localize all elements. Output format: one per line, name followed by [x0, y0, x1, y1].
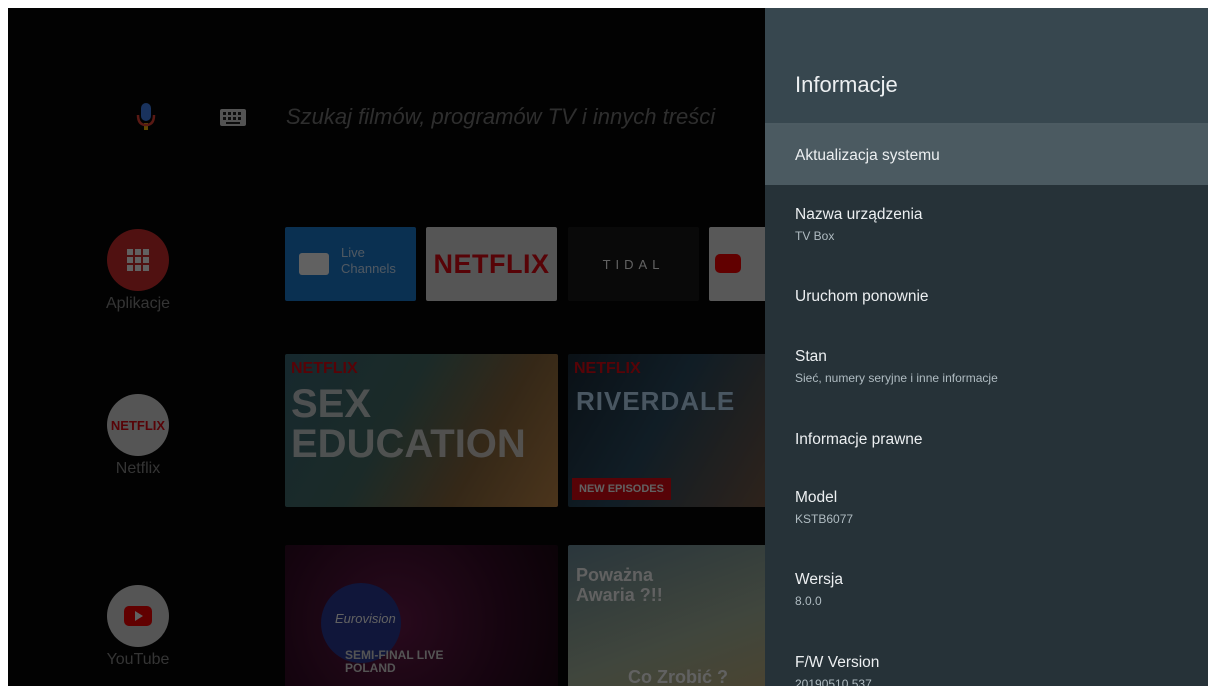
card-subtitle-line-2: POLAND: [345, 661, 396, 675]
menu-item-label: Nazwa urządzenia: [795, 206, 923, 223]
card-title-line-2: EDUCATION: [291, 422, 526, 466]
menu-item-value: Sieć, numery seryjne i inne informacje: [795, 371, 998, 385]
menu-item-label: Uruchom ponownie: [795, 288, 929, 305]
netflix-logo: NETFLIX: [107, 394, 169, 456]
apps-label: Aplikacje: [105, 295, 171, 312]
netflix-label: Netflix: [115, 460, 161, 477]
panel-title: Informacje: [795, 72, 898, 97]
tv-icon: [299, 253, 329, 275]
new-episodes-badge: NEW EPISODES: [572, 478, 671, 500]
sex-education-card[interactable]: NETFLIX SEX EDUCATION: [285, 354, 558, 507]
card-title: SEX EDUCATION: [291, 384, 526, 464]
menu-item-label: Aktualizacja systemu: [795, 147, 940, 164]
card-subtitle: Co Zrobić ?: [628, 667, 728, 686]
live-channels-label: Live Channels: [341, 245, 396, 276]
netflix-logo-text: NETFLIX: [110, 417, 166, 433]
tidal-tile-label: TIDAL: [602, 256, 665, 272]
menu-item-label: Stan: [795, 348, 827, 365]
netflix-app[interactable]: NETFLIX Netflix: [93, 394, 183, 478]
menu-item-restart[interactable]: Uruchom ponownie: [765, 288, 1208, 306]
card-subtitle: SEMI-FINAL LIVE POLAND: [345, 649, 443, 675]
youtube-label: YouTube: [106, 651, 170, 668]
tidal-tile[interactable]: TIDAL: [568, 227, 699, 301]
apps-launcher[interactable]: Aplikacje: [93, 229, 183, 313]
menu-item-version[interactable]: Wersja 8.0.0: [765, 571, 1208, 608]
menu-item-value: TV Box: [795, 229, 835, 243]
menu-item-device-name[interactable]: Nazwa urządzenia TV Box: [765, 206, 1208, 243]
menu-item-label: Informacje prawne: [795, 431, 923, 448]
card-title: Poważna Awaria ?!!: [576, 565, 663, 605]
menu-item-value: 8.0.0: [795, 594, 822, 608]
netflix-tile-label: NETFLIX: [433, 248, 550, 279]
search-placeholder[interactable]: Szukaj filmów, programów TV i innych tre…: [286, 104, 715, 130]
apps-grid-icon: [107, 229, 169, 291]
menu-item-label: Wersja: [795, 571, 843, 588]
youtube-app[interactable]: YouTube: [93, 585, 183, 669]
card-title: RIVERDALE: [576, 386, 736, 416]
menu-item-value: KSTB6077: [795, 512, 854, 526]
youtube-tile-icon: [715, 254, 741, 273]
live-channels-tile[interactable]: Live Channels: [285, 227, 416, 301]
card-title-line-1: SEX: [291, 382, 372, 426]
card-title-line-2: Awaria ?!!: [576, 585, 663, 605]
card-title-line-1: Poważna: [576, 565, 654, 585]
eurovision-card[interactable]: Eurovision SEMI-FINAL LIVE POLAND: [285, 545, 558, 686]
netflix-brand: NETFLIX: [574, 360, 641, 377]
home-launcher: Szukaj filmów, programów TV i innych tre…: [8, 8, 768, 686]
keyboard-icon[interactable]: [220, 109, 246, 126]
netflix-tile[interactable]: NETFLIX: [426, 227, 557, 301]
netflix-brand: NETFLIX: [291, 360, 358, 377]
youtube-play-icon: [107, 585, 169, 647]
youtube-tile[interactable]: [709, 227, 768, 301]
menu-item-label: F/W Version: [795, 654, 880, 671]
menu-item-system-update[interactable]: Aktualizacja systemu: [765, 125, 1208, 185]
menu-item-status[interactable]: Stan Sieć, numery seryjne i inne informa…: [765, 348, 1208, 385]
menu-item-value: 20190510.537: [795, 677, 872, 686]
menu-item-model[interactable]: Model KSTB6077: [765, 489, 1208, 526]
riverdale-card[interactable]: NETFLIX RIVERDALE NEW EPISODES: [568, 354, 768, 507]
eurovision-logo-text: Eurovision: [335, 611, 396, 626]
microphone-icon[interactable]: [136, 103, 156, 133]
awaria-video-card[interactable]: Poważna Awaria ?!! Co Zrobić ?: [568, 545, 768, 686]
menu-item-fw-version[interactable]: F/W Version 20190510.537: [765, 654, 1208, 686]
panel-header: Informacje: [765, 8, 1208, 125]
menu-item-legal-info[interactable]: Informacje prawne: [765, 431, 1208, 449]
menu-item-label: Model: [795, 489, 838, 506]
settings-panel: Informacje Aktualizacja systemu Nazwa ur…: [765, 8, 1208, 686]
tv-screen: Szukaj filmów, programów TV i innych tre…: [8, 8, 1208, 686]
